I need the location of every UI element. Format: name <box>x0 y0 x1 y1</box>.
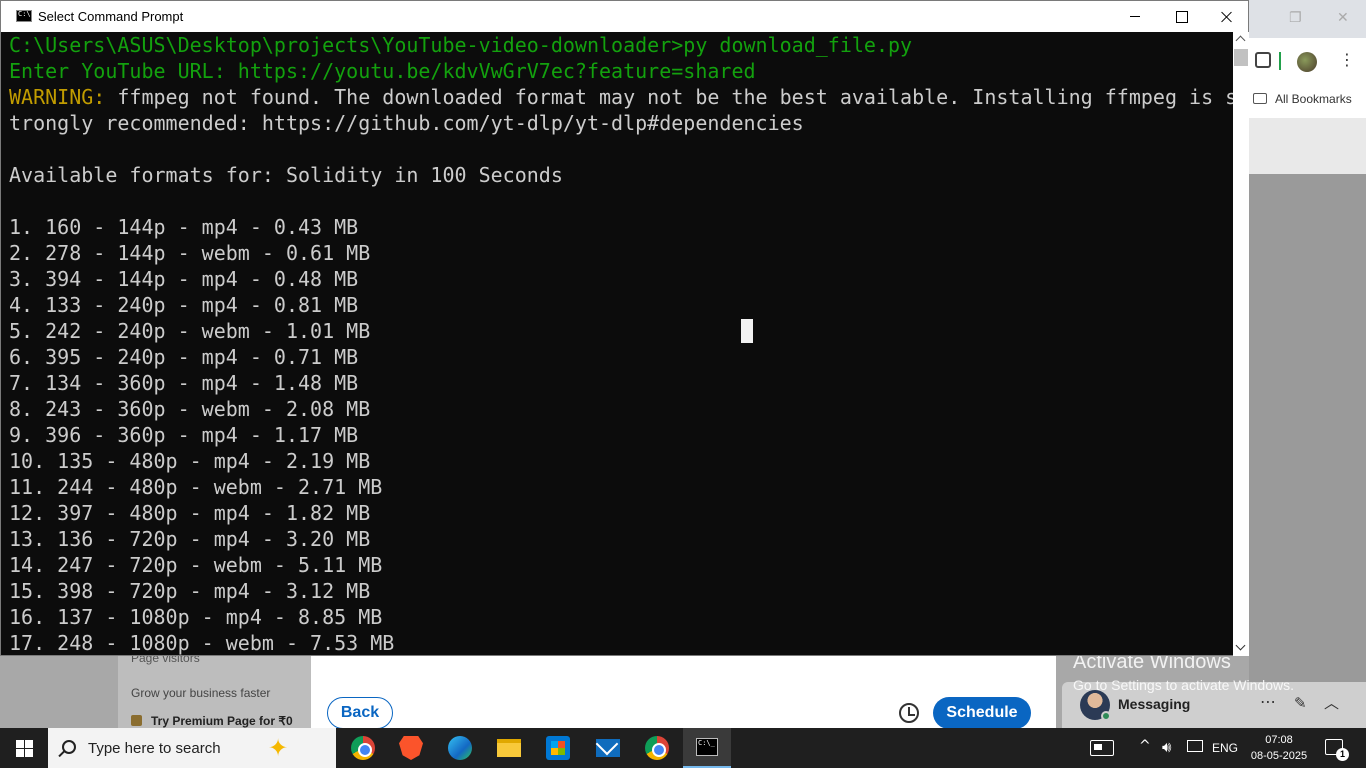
extensions-icon[interactable] <box>1255 52 1271 68</box>
volume-icon[interactable]: 🔊︎ <box>1162 738 1171 768</box>
activate-windows-subtitle: Go to Settings to activate Windows. <box>1073 677 1294 693</box>
clock-time: 07:08 <box>1265 734 1293 746</box>
scroll-down-arrow-icon[interactable] <box>1233 640 1249 656</box>
toolbar-separator <box>1279 52 1281 70</box>
vertical-scrollbar[interactable] <box>1233 32 1249 656</box>
console-line-formats-header: Available formats for: Solidity in 100 S… <box>9 163 563 187</box>
browser-menu-icon[interactable]: ⋮ <box>1339 50 1355 69</box>
browser-page-overlay <box>1249 174 1366 728</box>
console-line-warning: WARNING: ffmpeg not found. The downloade… <box>9 84 1233 110</box>
format-list-item: 5. 242 - 240p - webm - 1.01 MB <box>9 319 371 343</box>
console-line-url-input: Enter YouTube URL: https://youtu.be/kdvV… <box>9 59 756 83</box>
text-cursor <box>741 319 753 343</box>
warning-text: ffmpeg not found. The downloaded format … <box>117 85 1233 109</box>
format-list-item: 10. 135 - 480p - mp4 - 2.19 MB <box>9 449 371 473</box>
show-hidden-icons-icon[interactable]: ^ <box>1139 738 1151 768</box>
format-list-item: 6. 395 - 240p - mp4 - 0.71 MB <box>9 345 359 369</box>
file-explorer-icon[interactable] <box>497 739 521 757</box>
messaging-label: Messaging <box>1118 696 1191 712</box>
scrollbar-thumb[interactable] <box>1234 49 1248 66</box>
clock[interactable]: 07:08 08-05-2025 <box>1248 732 1310 768</box>
premium-icon <box>131 715 142 726</box>
window-title: Select Command Prompt <box>38 9 184 24</box>
compose-icon[interactable]: ✎ <box>1294 694 1307 712</box>
command-prompt-window[interactable]: Select Command Prompt C:\Users\ASUS\Desk… <box>0 0 1249 656</box>
format-list-item: 1. 160 - 144p - mp4 - 0.43 MB <box>9 215 359 239</box>
format-list-item: 7. 134 - 360p - mp4 - 1.48 MB <box>9 371 359 395</box>
windows-logo-icon <box>16 740 24 748</box>
console-line-prompt: C:\Users\ASUS\Desktop\projects\YouTube-v… <box>9 33 913 57</box>
warning-prefix: WARNING: <box>9 85 106 109</box>
format-list-item: 15. 398 - 720p - mp4 - 3.12 MB <box>9 579 371 603</box>
chevron-up-icon[interactable]: ︿ <box>1324 692 1339 713</box>
brave-icon[interactable] <box>399 736 423 760</box>
format-list-item: 2. 278 - 144p - webm - 0.61 MB <box>9 241 371 265</box>
close-button[interactable] <box>1203 1 1249 32</box>
clock-date: 08-05-2025 <box>1250 750 1308 762</box>
search-placeholder: Type here to search <box>88 740 221 757</box>
taskbar-search-box[interactable]: Type here to search ✦ <box>48 728 336 768</box>
format-list-item: 9. 396 - 360p - mp4 - 1.17 MB <box>9 423 359 447</box>
format-list-item: 12. 397 - 480p - mp4 - 1.82 MB <box>9 501 371 525</box>
maximize-button[interactable] <box>1158 1 1204 32</box>
browser-titlebar: ❐ ✕ <box>1249 0 1366 38</box>
all-bookmarks-label: All Bookmarks <box>1275 92 1352 106</box>
language-indicator[interactable]: ENG <box>1212 741 1238 768</box>
format-list-item: 4. 133 - 240p - mp4 - 0.81 MB <box>9 293 359 317</box>
post-modal-footer: Back Schedule <box>311 655 1056 729</box>
window-titlebar[interactable]: Select Command Prompt <box>1 1 1248 32</box>
left-sidebar-card: Page visitors Grow your business faster … <box>118 651 311 728</box>
news-widget-icon[interactable] <box>1090 740 1114 756</box>
windows-logo-icon <box>25 740 33 748</box>
online-status-dot <box>1101 711 1111 721</box>
format-list-item: 11. 244 - 480p - webm - 2.71 MB <box>9 475 383 499</box>
browser-close-icon[interactable]: ✕ <box>1337 10 1349 26</box>
background-browser-window: ❐ ✕ ⋮ All Bookmarks <box>1249 0 1366 728</box>
chrome-icon[interactable] <box>351 736 375 760</box>
console-output[interactable]: C:\Users\ASUS\Desktop\projects\YouTube-v… <box>9 32 1233 656</box>
windows-logo-icon <box>25 749 33 757</box>
scroll-up-arrow-icon[interactable] <box>1233 32 1249 48</box>
network-icon[interactable] <box>1187 740 1203 752</box>
folder-icon <box>1253 93 1267 104</box>
format-list-item: 3. 394 - 144p - mp4 - 0.48 MB <box>9 267 359 291</box>
format-list-item: 17. 248 - 1080p - webm - 7.53 MB <box>9 631 395 655</box>
console-line-warning-cont: trongly recommended: https://github.com/… <box>9 111 804 135</box>
start-button[interactable] <box>0 728 48 768</box>
taskbar-command-prompt-button[interactable] <box>683 728 731 768</box>
minimize-button[interactable] <box>1112 1 1158 32</box>
command-prompt-icon[interactable] <box>16 10 32 22</box>
microsoft-store-icon[interactable] <box>546 736 570 760</box>
browser-toolbar: ⋮ All Bookmarks <box>1249 38 1366 118</box>
browser-restore-icon[interactable]: ❐ <box>1289 10 1302 26</box>
chrome-profile-icon[interactable] <box>645 736 669 760</box>
edge-icon[interactable] <box>448 736 472 760</box>
format-list-item: 14. 247 - 720p - webm - 5.11 MB <box>9 553 383 577</box>
search-icon <box>62 740 76 754</box>
back-button[interactable]: Back <box>327 697 393 729</box>
more-options-icon[interactable]: ⋯ <box>1260 692 1276 711</box>
browser-page-header <box>1249 118 1366 174</box>
all-bookmarks-button[interactable]: All Bookmarks <box>1253 92 1352 106</box>
format-list-item: 16. 137 - 1080p - mp4 - 8.85 MB <box>9 605 383 629</box>
command-prompt-icon <box>696 738 718 756</box>
profile-avatar[interactable] <box>1297 52 1317 72</box>
activate-windows-watermark: Activate Windows Go to Settings to activ… <box>1073 651 1294 693</box>
windows-logo-icon <box>16 749 24 757</box>
taskbar: Type here to search ✦ ^ 🔊︎ ENG 07:08 08-… <box>0 728 1366 768</box>
format-list-item: 8. 243 - 360p - webm - 2.08 MB <box>9 397 371 421</box>
try-premium-label: Try Premium Page for ₹0 <box>151 714 293 728</box>
schedule-button[interactable]: Schedule <box>933 697 1031 729</box>
notification-count-badge: 1 <box>1336 748 1349 761</box>
try-premium-link[interactable]: Try Premium Page for ₹0 <box>131 714 293 728</box>
search-highlight-icon[interactable]: ✦ <box>268 734 288 762</box>
mail-icon[interactable] <box>596 739 620 757</box>
grow-business-text: Grow your business faster <box>131 686 271 700</box>
format-list-item: 13. 136 - 720p - mp4 - 3.20 MB <box>9 527 371 551</box>
clock-icon[interactable] <box>899 703 919 723</box>
